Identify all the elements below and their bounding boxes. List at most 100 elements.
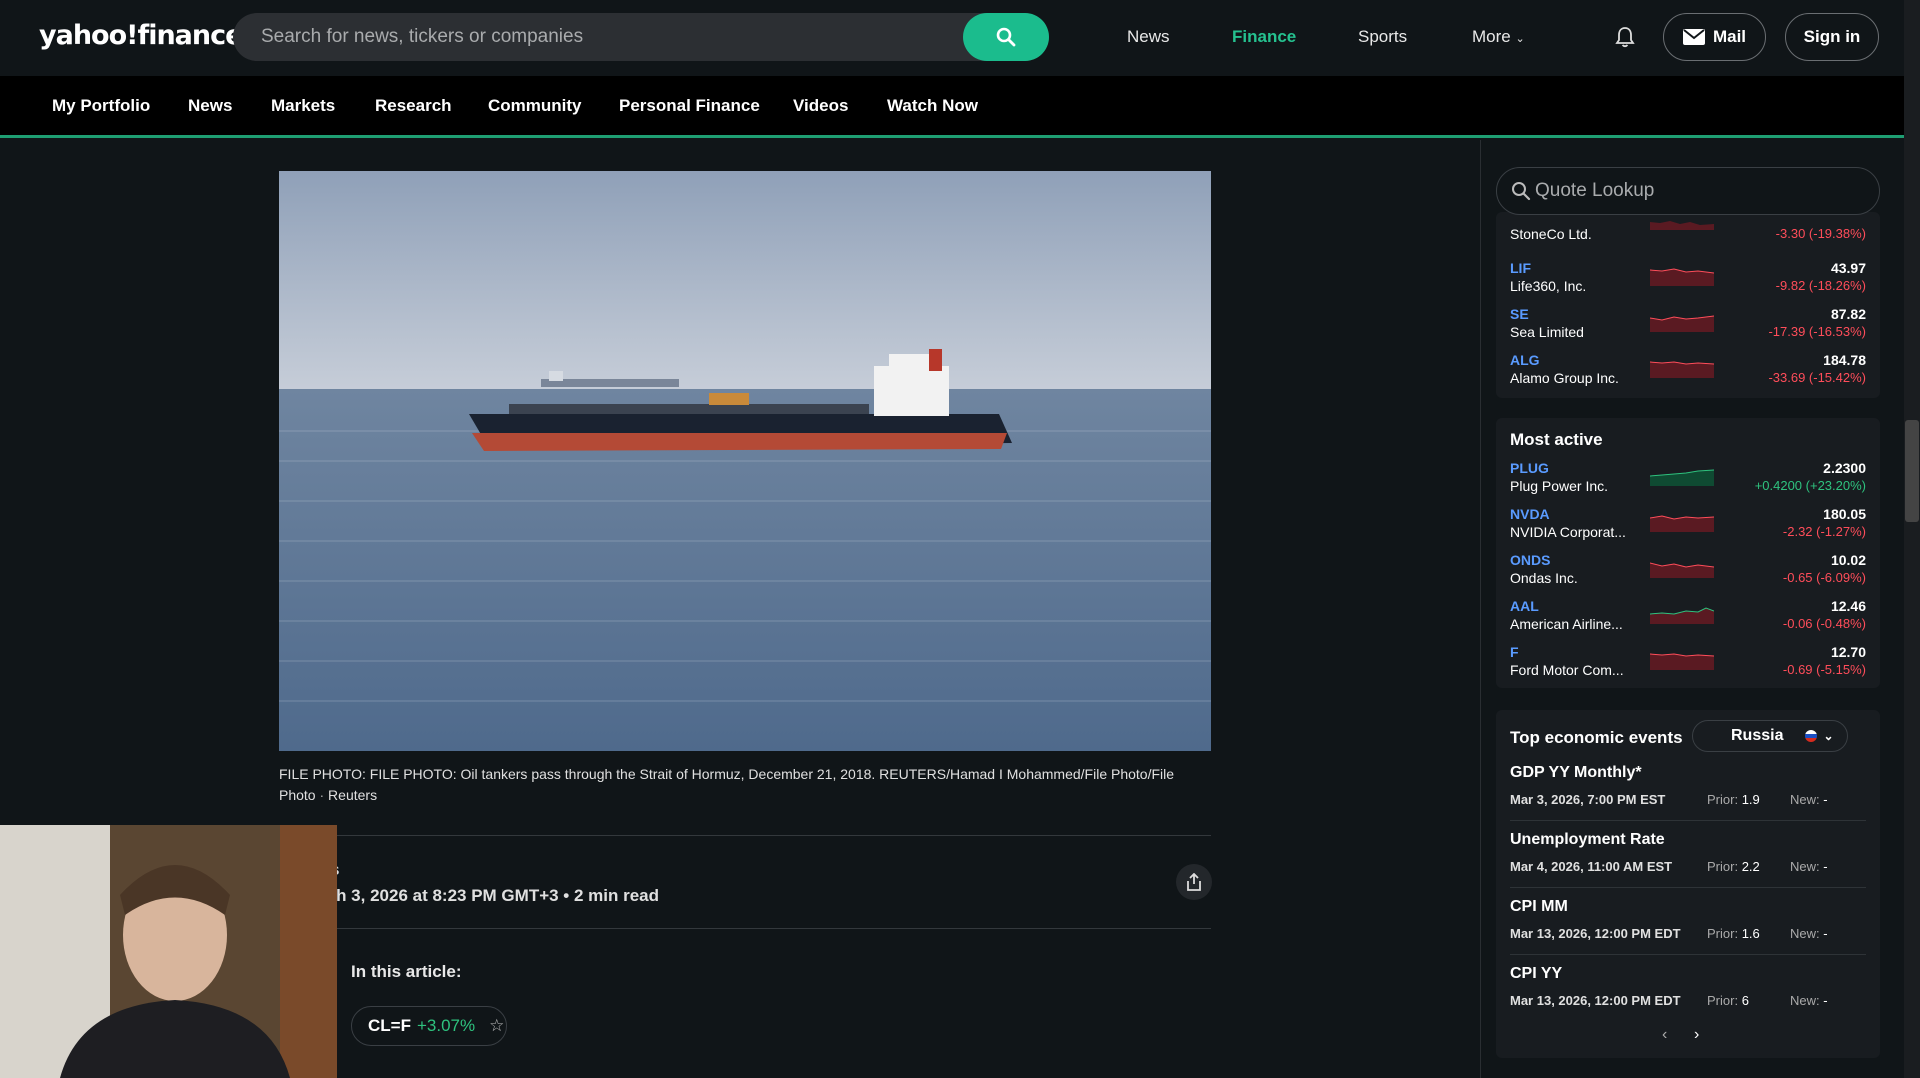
stock-symbol: LIF [1510, 260, 1531, 276]
country-label: Russia [1731, 727, 1784, 744]
stock-row[interactable]: StoneCo Ltd. -3.30 (-19.38%) [1510, 216, 1866, 246]
stock-name: American Airline... [1510, 616, 1623, 632]
event-new: New: - [1790, 926, 1828, 941]
subnav-my-portfolio[interactable]: My Portfolio [52, 96, 150, 116]
stock-change: -2.32 (-1.27%) [1782, 524, 1866, 539]
event-prior-value: 1.6 [1741, 926, 1760, 941]
stock-symbol: NVDA [1510, 506, 1550, 522]
economic-events-panel: Top economic events Russia ⌄ GDP YY Mont… [1496, 710, 1880, 1058]
share-button[interactable] [1176, 864, 1212, 900]
stock-row[interactable]: AAL American Airline... 12.46 -0.06 (-0.… [1510, 598, 1866, 642]
stock-row[interactable]: LIF Life360, Inc. 43.97 -9.82 (-18.26%) [1510, 260, 1866, 304]
page-scrollbar[interactable] [1904, 0, 1920, 1078]
event-date: Mar 4, 2026, 11:00 AM EST [1510, 859, 1673, 874]
event-prior-label: Prior: [1707, 859, 1739, 874]
stock-row[interactable]: PLUG Plug Power Inc. 2.2300 +0.4200 (+23… [1510, 460, 1866, 504]
nav-sports[interactable]: Sports [1358, 27, 1407, 47]
event-row[interactable]: Unemployment Rate Mar 4, 2026, 11:00 AM … [1510, 831, 1866, 897]
star-icon[interactable]: ☆ [489, 1016, 504, 1036]
search-icon [996, 27, 1016, 47]
quote-lookup [1496, 167, 1880, 215]
sparkline-icon [1650, 315, 1714, 332]
subnav-news[interactable]: News [188, 96, 232, 116]
stock-name: Life360, Inc. [1510, 278, 1587, 294]
event-new-value: - [1823, 926, 1828, 941]
row-divider [1510, 954, 1866, 955]
pager-next-icon[interactable]: › [1694, 1026, 1699, 1044]
mail-button[interactable]: Mail [1663, 13, 1766, 61]
share-icon [1187, 873, 1201, 891]
event-date: Mar 13, 2026, 12:00 PM EDT [1510, 993, 1681, 1008]
stock-symbol: ONDS [1510, 552, 1551, 568]
nav-finance[interactable]: Finance [1232, 27, 1296, 47]
event-row[interactable]: CPI MM Mar 13, 2026, 12:00 PM EDT Prior:… [1510, 898, 1866, 964]
stock-change: -17.39 (-16.53%) [1768, 324, 1866, 339]
bell-icon[interactable] [1615, 26, 1635, 48]
ticker-chip[interactable]: CL=F +3.07% ☆ [351, 1006, 507, 1046]
in-this-article-label: In this article: [351, 962, 462, 981]
quote-lookup-input[interactable] [1535, 168, 1865, 214]
stock-name: Sea Limited [1510, 324, 1584, 340]
sparkline-icon [1650, 653, 1714, 670]
stock-row[interactable]: NVDA NVIDIA Corporat... 180.05 -2.32 (-1… [1510, 506, 1866, 550]
event-name: CPI MM [1510, 898, 1568, 915]
stock-symbol: F [1510, 644, 1519, 660]
event-new-label: New: [1790, 859, 1820, 874]
stock-row[interactable]: F Ford Motor Com... 12.70 -0.69 (-5.15%) [1510, 644, 1866, 688]
stock-name: Plug Power Inc. [1510, 478, 1609, 494]
search-icon [1512, 182, 1531, 201]
event-row[interactable]: GDP YY Monthly* Mar 3, 2026, 7:00 PM EST… [1510, 764, 1866, 830]
subnav-personal-finance[interactable]: Personal Finance [619, 96, 760, 116]
search-input[interactable] [261, 13, 981, 61]
pager-prev-icon[interactable]: ‹ [1662, 1026, 1667, 1044]
byline-date: rch 3, 2026 at 8:23 PM GMT+3 • 2 min rea… [320, 886, 660, 905]
stock-price: 2.2300 [1823, 460, 1866, 476]
event-row[interactable]: CPI YY Mar 13, 2026, 12:00 PM EDT Prior:… [1510, 965, 1866, 1031]
subnav-videos[interactable]: Videos [793, 96, 848, 116]
search-button[interactable] [963, 13, 1049, 61]
stock-price: 87.82 [1830, 306, 1866, 322]
webcam-feed [0, 825, 337, 1078]
stock-row[interactable]: SE Sea Limited 87.82 -17.39 (-16.53%) [1510, 306, 1866, 350]
chevron-down-icon: ⌄ [1515, 33, 1525, 45]
event-new: New: - [1790, 792, 1828, 807]
subnav-community[interactable]: Community [488, 96, 582, 116]
search-box [233, 13, 1049, 61]
stock-row[interactable]: ALG Alamo Group Inc. 184.78 -33.69 (-15.… [1510, 352, 1866, 396]
stock-name: Ondas Inc. [1510, 570, 1578, 586]
row-divider [1510, 820, 1866, 821]
chevron-down-icon: ⌄ [1823, 729, 1834, 743]
stock-name: Ford Motor Com... [1510, 662, 1624, 678]
stock-row[interactable]: ONDS Ondas Inc. 10.02 -0.65 (-6.09%) [1510, 552, 1866, 596]
finance-subnav: My Portfolio News Markets Research Commu… [0, 76, 1904, 138]
event-name: CPI YY [1510, 965, 1563, 982]
caption-source[interactable]: Reuters [328, 787, 377, 803]
sign-in-button[interactable]: Sign in [1785, 13, 1879, 61]
nav-more-label: More [1472, 27, 1511, 46]
nav-news[interactable]: News [1127, 27, 1170, 47]
yahoo-finance-logo[interactable]: yahoo!finance [39, 20, 243, 51]
events-title: Top economic events [1510, 728, 1683, 747]
scrollbar-thumb[interactable] [1905, 420, 1919, 522]
subnav-watch-now[interactable]: Watch Now [887, 96, 978, 116]
stock-symbol: AAL [1510, 598, 1539, 614]
russia-flag-icon [1805, 730, 1818, 742]
sparkline-icon [1650, 562, 1714, 578]
subnav-research[interactable]: Research [375, 96, 452, 116]
event-new-value: - [1823, 792, 1828, 807]
subnav-markets[interactable]: Markets [271, 96, 335, 116]
sparkline-icon [1650, 268, 1714, 286]
event-name: GDP YY Monthly* [1510, 764, 1642, 781]
stock-change: -33.69 (-15.42%) [1768, 370, 1866, 385]
event-prior-value: 1.9 [1741, 792, 1760, 807]
article-photo[interactable] [279, 171, 1211, 751]
event-prior-value: 6 [1741, 993, 1749, 1008]
stock-change: -9.82 (-18.26%) [1775, 278, 1866, 293]
country-select[interactable]: Russia ⌄ [1692, 720, 1848, 752]
nav-more[interactable]: More ⌄ [1472, 27, 1525, 47]
event-prior-label: Prior: [1707, 993, 1739, 1008]
ticker-change: +3.07% [416, 1016, 476, 1035]
event-prior: Prior: 2.2 [1707, 859, 1760, 874]
oil-tanker-photo [279, 171, 1211, 751]
mail-icon [1682, 29, 1705, 45]
